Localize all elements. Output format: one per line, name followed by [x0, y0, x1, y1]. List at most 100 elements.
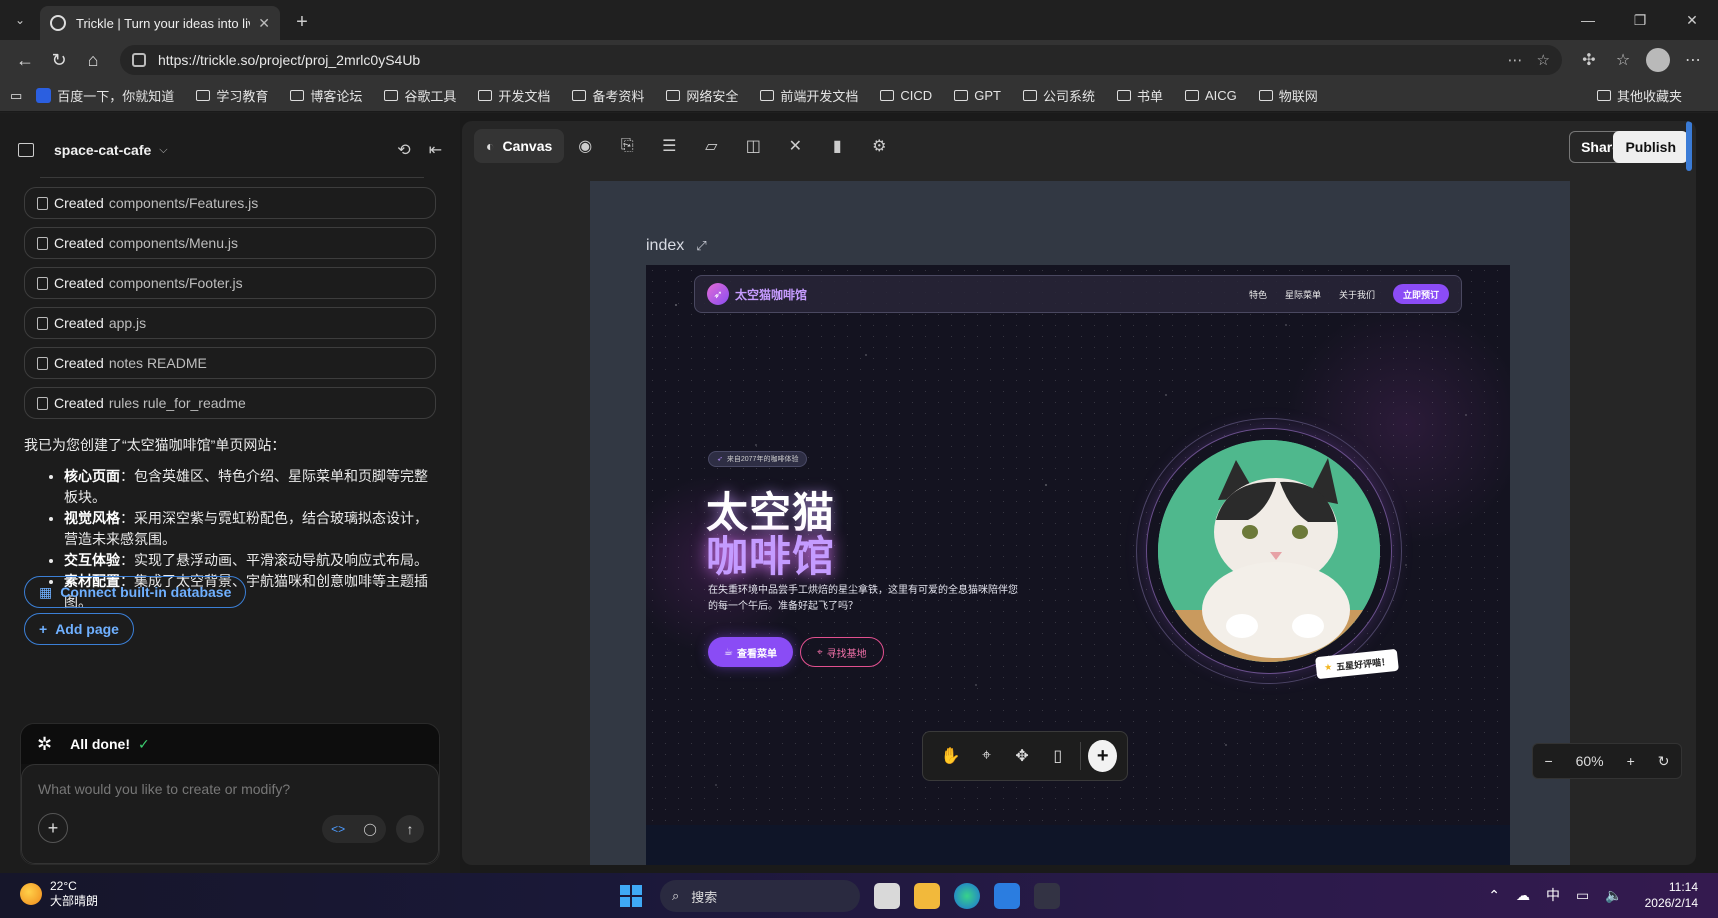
preview-book-button[interactable]: 立即预订: [1392, 284, 1449, 304]
hand-pan-icon[interactable]: ✋: [933, 746, 969, 766]
preview-nav-link[interactable]: 关于我们: [1339, 288, 1375, 301]
bookmark-folder[interactable]: GPT: [954, 88, 1001, 103]
list-item[interactable]: Created app.js: [24, 307, 436, 339]
new-tab-plus-icon[interactable]: +: [288, 8, 316, 36]
code-mode-icon[interactable]: <>: [331, 822, 345, 836]
back-arrow-icon[interactable]: ←: [8, 43, 42, 77]
history-icon[interactable]: ⟲: [397, 140, 410, 160]
refresh-icon[interactable]: ↻: [42, 43, 76, 77]
attach-plus-button[interactable]: +: [38, 813, 68, 843]
list-item[interactable]: Created components/Menu.js: [24, 227, 436, 259]
zoom-level[interactable]: 60%: [1576, 753, 1604, 769]
bookmark-folder[interactable]: 备考资料: [572, 86, 644, 105]
taskbar-clock[interactable]: 11:14 2026/2/14: [1645, 879, 1698, 911]
page-name[interactable]: index: [646, 237, 684, 255]
bookmark-folder[interactable]: 博客论坛: [290, 86, 362, 105]
close-tab-icon[interactable]: ✕: [258, 15, 270, 32]
chevron-down-icon[interactable]: ⌵: [159, 144, 167, 157]
bookmark-folder[interactable]: AICG: [1184, 88, 1237, 103]
connect-database-button[interactable]: ▦ Connect built-in database: [24, 576, 247, 608]
list-item[interactable]: Created components/Footer.js: [24, 267, 436, 299]
favorite-star-icon[interactable]: ☆: [1537, 51, 1550, 69]
palette-icon: ◐: [486, 138, 495, 154]
project-name[interactable]: space-cat-cafe: [54, 142, 151, 158]
reset-zoom-icon[interactable]: ↻: [1658, 753, 1670, 770]
list-item[interactable]: Created components/Features.js: [24, 187, 436, 219]
preview-menu-button[interactable]: ☕ 查看菜单: [708, 637, 793, 667]
analytics-bar-icon[interactable]: ▮: [816, 129, 858, 163]
weather-widget[interactable]: 22°C 大部晴朗: [20, 879, 98, 909]
scrollbar-thumb[interactable]: [1686, 121, 1692, 171]
preview-nav-link[interactable]: 特色: [1249, 288, 1267, 301]
bookmark-folder[interactable]: 开发文档: [478, 86, 550, 105]
toggle-panel-icon[interactable]: [18, 143, 34, 157]
more-dots-icon[interactable]: ⋯: [1508, 51, 1523, 69]
edge-browser-icon[interactable]: [954, 883, 980, 909]
zoom-out-icon[interactable]: −: [1544, 753, 1552, 769]
summary-intro: 我已为您创建了“太空猫咖啡馆”单页网站：: [24, 437, 286, 453]
add-element-button[interactable]: +: [1088, 740, 1117, 772]
preview-brand[interactable]: 太空猫咖啡馆: [735, 286, 807, 303]
trickle-app-icon[interactable]: [1034, 883, 1060, 909]
bookmark-folder[interactable]: 学习教育: [196, 86, 268, 105]
preview-locate-button[interactable]: ⌖ 寻找基地: [800, 637, 884, 667]
extensions-puzzle-icon[interactable]: ✣: [1572, 43, 1606, 77]
device-mobile-icon[interactable]: ▯: [1040, 746, 1076, 766]
preview-nav-links: 特色 星际菜单 关于我们 立即预订: [1231, 284, 1449, 304]
close-window-icon[interactable]: ✕: [1666, 0, 1718, 40]
ime-indicator[interactable]: 中: [1546, 885, 1560, 905]
settings-gear-icon[interactable]: ⚙: [858, 129, 900, 163]
expand-icon[interactable]: ⤢: [696, 238, 706, 254]
publish-button[interactable]: Publish: [1613, 131, 1688, 163]
taskbar-search[interactable]: ⌕ 搜索: [660, 880, 860, 912]
network-icon[interactable]: ▭: [1576, 887, 1589, 904]
file-explorer-icon[interactable]: [914, 883, 940, 909]
preview-nav-link[interactable]: 星际菜单: [1285, 288, 1321, 301]
bookmark-folder[interactable]: 前端开发文档: [760, 86, 858, 105]
bookmark-folder[interactable]: CICD: [880, 88, 932, 103]
folder-open-icon[interactable]: ▱: [690, 129, 732, 163]
profile-avatar[interactable]: [1646, 48, 1670, 72]
bookmark-baidu[interactable]: 百度一下，你就知道: [36, 86, 174, 105]
bookmark-folder[interactable]: 网络安全: [666, 86, 738, 105]
bookmark-folder[interactable]: 谷歌工具: [384, 86, 456, 105]
chat-mode-icon[interactable]: ◯: [363, 822, 376, 836]
preview-eye-icon[interactable]: ◉: [564, 129, 606, 163]
send-arrow-button[interactable]: ↑: [396, 815, 424, 843]
task-view-icon[interactable]: [874, 883, 900, 909]
url-input[interactable]: https://trickle.so/project/proj_2mrlc0yS…: [120, 45, 1562, 75]
home-icon[interactable]: ⌂: [76, 43, 110, 77]
collapse-sidebar-icon[interactable]: ⇤: [429, 140, 442, 160]
volume-icon[interactable]: 🔈: [1605, 887, 1622, 904]
tools-icon[interactable]: ✕: [774, 129, 816, 163]
onedrive-cloud-icon[interactable]: ☁: [1516, 887, 1530, 904]
zoom-in-icon[interactable]: +: [1627, 753, 1635, 769]
list-item[interactable]: Created notes README: [24, 347, 436, 379]
move-arrows-icon[interactable]: ✥: [1004, 746, 1040, 766]
settings-more-icon[interactable]: ⋯: [1676, 43, 1710, 77]
favorites-list-icon[interactable]: ☆: [1606, 43, 1640, 77]
bookmark-folder[interactable]: 物联网: [1258, 86, 1318, 105]
microsoft-store-icon[interactable]: [994, 883, 1020, 909]
list-item[interactable]: Created rules rule_for_readme: [24, 387, 436, 419]
prompt-input[interactable]: What would you like to create or modify?…: [21, 764, 439, 864]
code-file-icon[interactable]: ⎘: [606, 129, 648, 163]
minimize-icon[interactable]: —: [1562, 0, 1614, 40]
select-cursor-icon[interactable]: ⌖: [969, 747, 1005, 765]
tab-canvas[interactable]: ◐ Canvas: [474, 129, 565, 163]
folder-icon: [666, 90, 681, 101]
restore-icon[interactable]: ❐: [1614, 0, 1666, 40]
database-icon[interactable]: ☰: [648, 129, 690, 163]
bookmark-folder[interactable]: 公司系统: [1022, 86, 1095, 105]
bookmark-folder[interactable]: 书单: [1116, 86, 1163, 105]
windows-start-icon[interactable]: [620, 885, 642, 907]
site-info-lock-icon[interactable]: [132, 53, 146, 67]
tab-actions-chevron-icon[interactable]: ⌄: [6, 6, 34, 34]
folder-icon: [954, 90, 969, 101]
browser-tab-active[interactable]: Trickle | Turn your ideas into live apps…: [40, 6, 280, 40]
tray-overflow-chevron-icon[interactable]: ⌃: [1488, 887, 1500, 904]
book-icon[interactable]: ◫: [732, 129, 774, 163]
add-page-button[interactable]: + Add page: [24, 613, 134, 645]
bookmark-other-favorites[interactable]: 其他收藏夹: [1596, 86, 1682, 105]
reading-mode-icon[interactable]: ▭: [10, 88, 22, 104]
